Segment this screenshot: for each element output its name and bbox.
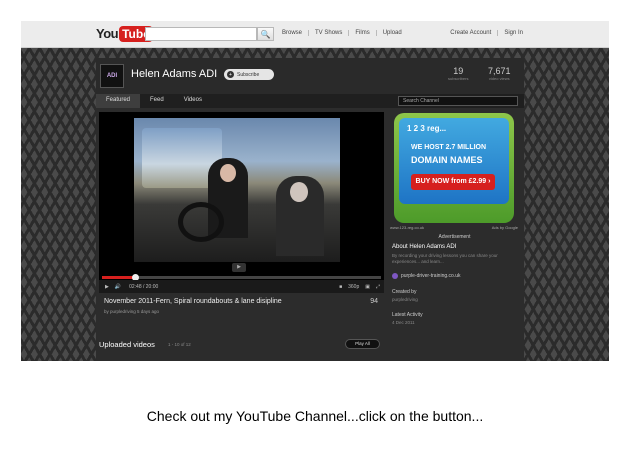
avatar[interactable]: ADI <box>100 64 124 88</box>
progress-fill <box>102 276 136 279</box>
tab-feed[interactable]: Feed <box>140 94 174 108</box>
channel-header: ADI Helen Adams ADI + Subscribe 19 subsc… <box>96 58 524 94</box>
player-controls: ▶ 🔊 02:48 / 20:00 ■ 360p ▣ ⤢ <box>99 280 384 293</box>
subscribe-button[interactable]: + Subscribe <box>224 69 274 80</box>
video-views: 94 <box>370 298 378 305</box>
view-label: video views <box>488 76 510 81</box>
uploaded-range: 1 - 10 of 12 <box>168 342 191 347</box>
created-label: Created by <box>392 289 417 295</box>
youtube-topbar: You Tube 🔍 Browse TV Shows Films Upload … <box>21 21 609 48</box>
video-byline: by purpledriving 5 days ago <box>104 309 160 314</box>
annotations-icon[interactable]: ■ <box>339 284 342 290</box>
tab-featured[interactable]: Featured <box>96 94 141 108</box>
play-icon[interactable]: ▶ <box>105 284 109 290</box>
ad-footer: www.123-reg.co.uk Ads by Google <box>390 225 518 230</box>
steering-wheel <box>178 202 224 242</box>
view-count: 7,671 video views <box>488 66 511 81</box>
video-player[interactable]: ▶ ▶ 🔊 02:48 / 20:00 ■ 360p ▣ ⤢ <box>99 112 384 293</box>
about-desc: By recording your driving lessons you ca… <box>392 253 498 264</box>
quality-button[interactable]: 360p <box>348 284 359 290</box>
ad-line2: DOMAIN NAMES <box>411 155 483 165</box>
popout-icon[interactable]: ▣ <box>365 284 370 290</box>
volume-icon[interactable]: 🔊 <box>115 284 121 290</box>
instructor-figure <box>276 176 324 256</box>
youtube-watermark-icon: ▶ <box>232 263 246 272</box>
subscriber-value: 19 <box>453 66 464 76</box>
sidebar: 1 2 3 reg... WE HOST 2.7 MILLION DOMAIN … <box>388 108 521 361</box>
nav-films[interactable]: Films <box>348 30 375 36</box>
play-all-button[interactable]: Play All <box>345 339 380 349</box>
subscribe-label: Subscribe <box>237 71 260 78</box>
sign-in-link[interactable]: Sign In <box>497 30 529 36</box>
caption: Check out my YouTube Channel...click on … <box>146 408 484 424</box>
tab-videos[interactable]: Videos <box>174 94 212 108</box>
search-button[interactable]: 🔍 <box>257 27 274 41</box>
about-section: About Helen Adams ADI By recording your … <box>392 244 518 325</box>
about-title: About Helen Adams ADI <box>392 244 457 250</box>
progress-bar[interactable] <box>102 274 381 281</box>
ad-url[interactable]: www.123-reg.co.uk <box>390 225 424 230</box>
ad-brand: 1 2 3 reg... <box>407 124 447 133</box>
uploaded-title: Uploaded videos <box>99 340 155 349</box>
logo-you: You <box>96 26 119 41</box>
ad-screen: 1 2 3 reg... WE HOST 2.7 MILLION DOMAIN … <box>399 118 509 204</box>
channel-panel: ADI Helen Adams ADI + Subscribe 19 subsc… <box>96 58 524 361</box>
nav-upload[interactable]: Upload <box>375 30 408 36</box>
driver-face <box>220 164 236 182</box>
website-icon <box>392 273 398 279</box>
channel-search-input[interactable]: Search Channel <box>398 96 518 106</box>
subscriber-label: subscribers <box>448 76 469 81</box>
view-value: 7,671 <box>488 66 511 76</box>
created-value[interactable]: purpledriving <box>392 297 518 302</box>
ad-buy-now-button[interactable]: BUY NOW from £2.99 › <box>411 174 495 190</box>
plus-icon: + <box>227 71 234 78</box>
advertisement-banner[interactable]: 1 2 3 reg... WE HOST 2.7 MILLION DOMAIN … <box>394 113 514 223</box>
search-input[interactable] <box>145 27 257 41</box>
time-display: 02:48 / 20:00 <box>129 283 159 290</box>
account-nav: Create Account Sign In <box>444 30 529 36</box>
fullscreen-icon[interactable]: ⤢ <box>376 284 380 290</box>
website-url: purple-driver-training.co.uk <box>401 273 461 279</box>
subscriber-count: 19 subscribers <box>448 66 468 81</box>
video-title[interactable]: November 2011-Fern, Spiral roundabouts &… <box>104 298 282 305</box>
advertisement-label: Advertisement <box>438 234 471 240</box>
website-link[interactable]: purple-driver-training.co.uk <box>392 273 518 279</box>
ads-by-google[interactable]: Ads by Google <box>492 225 518 230</box>
youtube-channel-screenshot[interactable]: You Tube 🔍 Browse TV Shows Films Upload … <box>21 21 609 361</box>
top-nav: Browse TV Shows Films Upload <box>276 30 408 36</box>
search-icon: 🔍 <box>260 29 271 39</box>
video-frame[interactable] <box>134 118 340 262</box>
channel-name[interactable]: Helen Adams ADI <box>131 68 217 80</box>
nav-browse[interactable]: Browse <box>276 30 308 36</box>
uploaded-videos-header: Uploaded videos 1 - 10 of 12 Play All <box>99 337 384 353</box>
latest-activity-value: 4 Dec 2011 <box>392 320 415 325</box>
instructor-face <box>290 182 308 202</box>
video-info: November 2011-Fern, Spiral roundabouts &… <box>99 296 384 326</box>
create-account-link[interactable]: Create Account <box>444 30 497 36</box>
latest-activity-label: Latest Activity <box>392 312 423 318</box>
nav-tv-shows[interactable]: TV Shows <box>308 30 348 36</box>
ad-line1: WE HOST 2.7 MILLION <box>411 144 487 151</box>
